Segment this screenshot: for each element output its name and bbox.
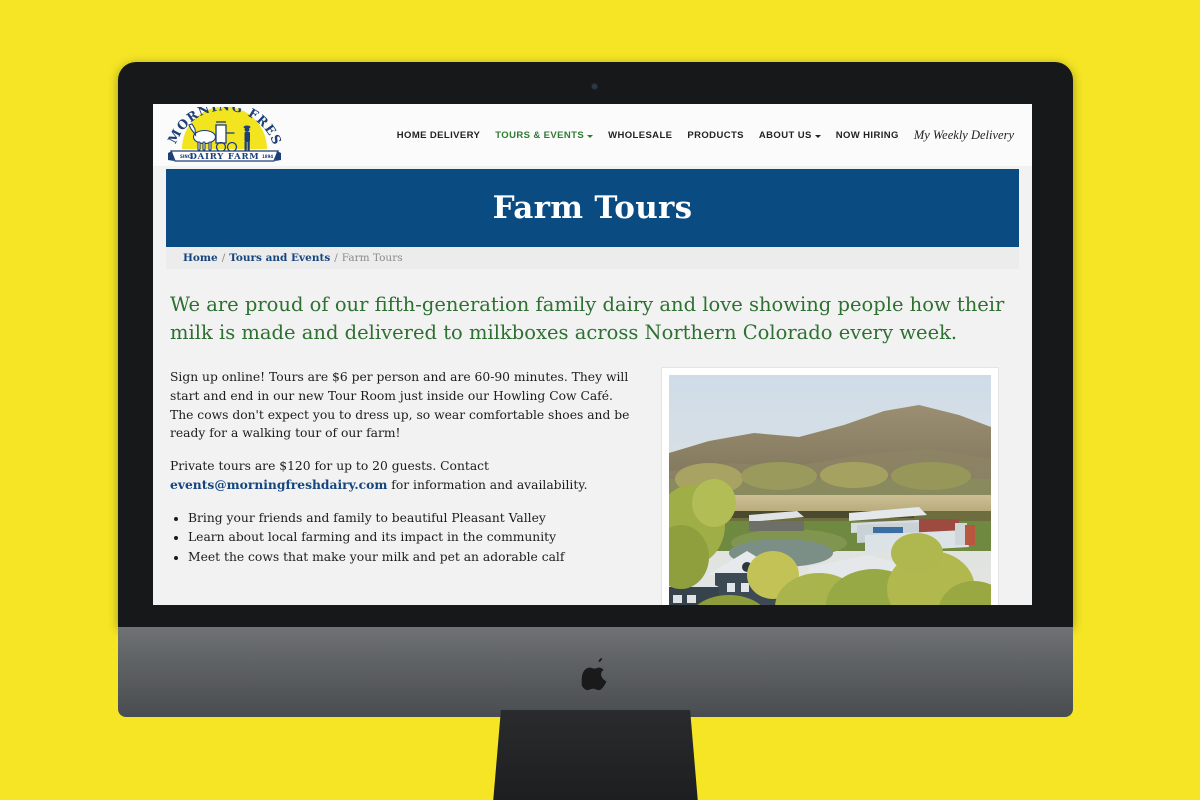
svg-text:SINCE: SINCE <box>180 154 194 159</box>
breadcrumb-item-current: Farm Tours <box>341 252 403 264</box>
paragraph-private-tours: Private tours are $120 for up to 20 gues… <box>170 457 640 494</box>
website-page: MORNING FRESH DAIRY FARM SINCE 1894 <box>153 104 1032 605</box>
morning-fresh-dairy-farm-logo-icon: MORNING FRESH DAIRY FARM SINCE 1894 <box>167 107 282 162</box>
monitor-stand <box>488 710 703 800</box>
webcam-icon <box>592 84 597 89</box>
site-logo[interactable]: MORNING FRESH DAIRY FARM SINCE 1894 <box>167 107 282 163</box>
farm-aerial-photo <box>669 375 991 605</box>
content-image-column <box>662 368 1015 605</box>
main-navigation: HOME DELIVERY TOURS & EVENTS WHOLESALE P… <box>282 128 1016 143</box>
breadcrumb-separator: / <box>221 252 226 264</box>
breadcrumb-item-home[interactable]: Home <box>183 252 218 264</box>
nav-label: PRODUCTS <box>687 129 744 141</box>
list-item: Learn about local farming and its impact… <box>188 528 640 548</box>
nav-item-wholesale[interactable]: WHOLESALE <box>608 130 672 141</box>
apple-logo-icon <box>581 658 606 691</box>
tour-highlights-list: Bring your friends and family to beautif… <box>170 509 640 569</box>
nav-item-home-delivery[interactable]: HOME DELIVERY <box>397 130 481 141</box>
site-header: MORNING FRESH DAIRY FARM SINCE 1894 <box>153 104 1032 166</box>
nav-item-products[interactable]: PRODUCTS <box>687 130 744 141</box>
private-tours-text-before: Private tours are $120 for up to 20 gues… <box>170 459 489 474</box>
breadcrumb-item-tours-and-events[interactable]: Tours and Events <box>229 252 330 264</box>
nav-item-tours-and-events[interactable]: TOURS & EVENTS <box>495 129 594 141</box>
list-item: Meet the cows that make your milk and pe… <box>188 548 640 568</box>
nav-item-my-weekly-delivery[interactable]: My Weekly Delivery <box>914 128 1014 143</box>
paragraph-signup-info: Sign up online! Tours are $6 per person … <box>170 370 630 441</box>
list-item: Bring your friends and family to beautif… <box>188 509 640 529</box>
page-title: Farm Tours <box>492 190 693 226</box>
nav-label: TOURS & EVENTS <box>495 129 585 141</box>
page-hero-banner: Farm Tours <box>166 169 1019 247</box>
page-content: We are proud of our fifth-generation fam… <box>153 269 1032 605</box>
nav-item-now-hiring[interactable]: NOW HIRING <box>836 130 899 141</box>
imac-monitor: MORNING FRESH DAIRY FARM SINCE 1894 <box>118 62 1073 800</box>
svg-text:DAIRY FARM: DAIRY FARM <box>190 152 260 162</box>
content-columns: Sign up online! Tours are $6 per person … <box>170 368 1015 605</box>
nav-label: NOW HIRING <box>835 129 899 141</box>
monitor-screen: MORNING FRESH DAIRY FARM SINCE 1894 <box>153 104 1032 605</box>
breadcrumb: Home / Tours and Events / Farm Tours <box>166 247 1019 269</box>
breadcrumb-separator: / <box>334 252 338 264</box>
nav-label: HOME DELIVERY <box>396 129 481 141</box>
nav-item-about-us[interactable]: ABOUT US <box>759 130 821 141</box>
contact-email-link[interactable]: events@morningfreshdairy.com <box>170 477 387 492</box>
chevron-down-icon <box>587 134 594 138</box>
nav-label: ABOUT US <box>758 129 812 141</box>
photo-frame <box>662 368 998 605</box>
monitor-bezel: MORNING FRESH DAIRY FARM SINCE 1894 <box>118 62 1073 627</box>
intro-headline: We are proud of our fifth-generation fam… <box>170 293 1005 344</box>
monitor-chin <box>118 627 1073 717</box>
nav-label: WHOLESALE <box>608 129 673 141</box>
chevron-down-icon <box>814 134 821 138</box>
private-tours-text-after: for information and availability. <box>387 477 588 492</box>
svg-text:1894: 1894 <box>262 154 273 159</box>
content-text-column: Sign up online! Tours are $6 per person … <box>170 368 640 568</box>
